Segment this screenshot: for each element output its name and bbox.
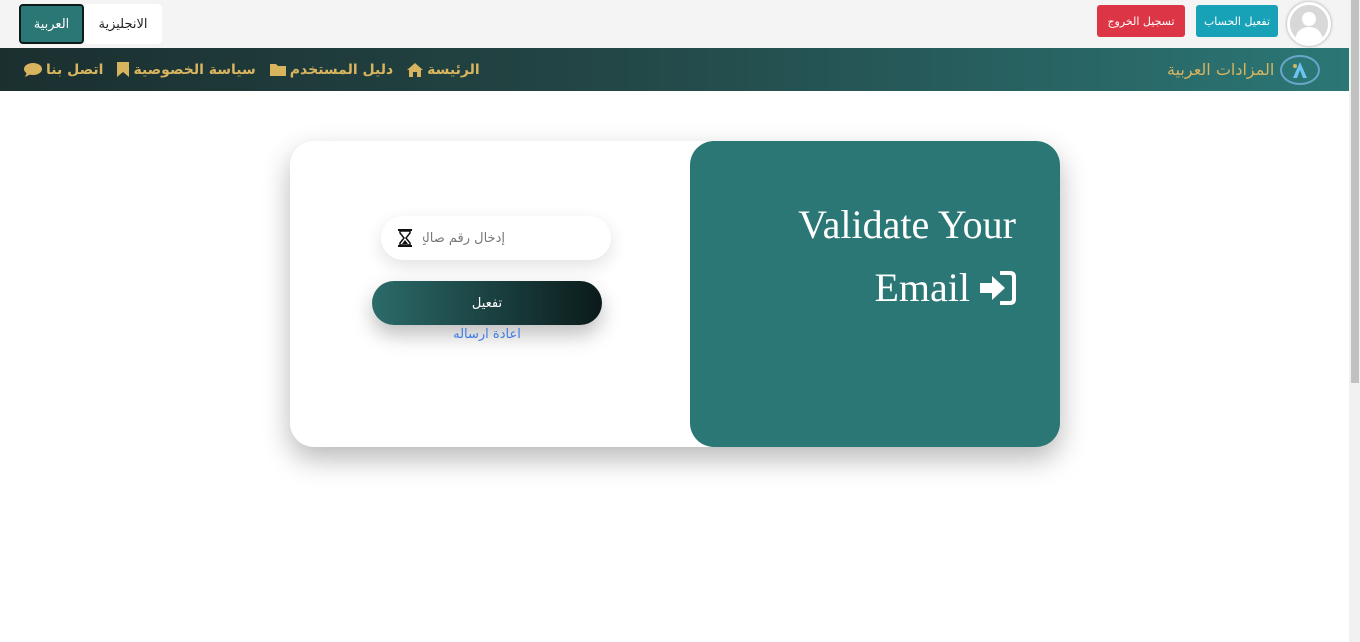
lang-arabic-button[interactable]: العربية bbox=[19, 4, 84, 44]
sign-in-icon bbox=[978, 260, 1016, 323]
resend-link[interactable]: اعادة ارساله bbox=[372, 327, 602, 342]
brand-logo-icon bbox=[1280, 54, 1321, 85]
nav-item-label: الرئيسة bbox=[427, 61, 480, 78]
lang-english-button[interactable]: الانجليزية bbox=[84, 4, 162, 44]
nav-item-user-guide[interactable]: دليل المستخدم bbox=[269, 61, 394, 78]
home-icon bbox=[407, 62, 424, 77]
nav-menu: الرئيسة دليل المستخدم سياسة الخصوصية اتص… bbox=[24, 48, 480, 91]
nav-item-label: دليل المستخدم bbox=[289, 61, 394, 78]
brand-name: المزادات العربية bbox=[1167, 60, 1275, 79]
user-silhouette-icon bbox=[1290, 5, 1328, 43]
card-title-wrap: Validate Your Email bbox=[726, 193, 1016, 323]
folder-icon bbox=[269, 63, 286, 76]
nav-item-home[interactable]: الرئيسة bbox=[407, 61, 480, 78]
activate-submit-button[interactable]: تفعيل bbox=[372, 281, 602, 325]
bookmark-icon bbox=[117, 62, 130, 77]
logout-button[interactable]: تسجيل الخروج bbox=[1097, 5, 1185, 37]
language-switcher: العربية الانجليزية bbox=[19, 4, 162, 44]
nav-item-label: اتصل بنا bbox=[46, 61, 104, 78]
activation-code-input[interactable] bbox=[421, 216, 601, 260]
hourglass-icon bbox=[398, 229, 412, 247]
brand[interactable]: المزادات العربية bbox=[1167, 48, 1321, 91]
code-input-container bbox=[381, 216, 611, 260]
scrollbar-thumb[interactable] bbox=[1351, 0, 1359, 383]
page-scrollbar[interactable] bbox=[1349, 0, 1360, 642]
activate-account-button[interactable]: تفعيل الحساب bbox=[1196, 5, 1278, 37]
avatar[interactable] bbox=[1287, 2, 1331, 46]
title-panel: Validate Your Email bbox=[690, 141, 1060, 447]
top-bar: العربية الانجليزية تسجيل الخروج تفعيل ال… bbox=[0, 0, 1349, 48]
nav-item-privacy[interactable]: سياسة الخصوصية bbox=[117, 61, 256, 78]
nav-item-label: سياسة الخصوصية bbox=[133, 61, 256, 78]
nav-item-contact[interactable]: اتصل بنا bbox=[24, 62, 103, 78]
main-navbar: الرئيسة دليل المستخدم سياسة الخصوصية اتص… bbox=[0, 48, 1349, 91]
comment-icon bbox=[24, 62, 42, 77]
validate-email-card: تفعيل اعادة ارساله Validate Your Email bbox=[290, 141, 1060, 447]
